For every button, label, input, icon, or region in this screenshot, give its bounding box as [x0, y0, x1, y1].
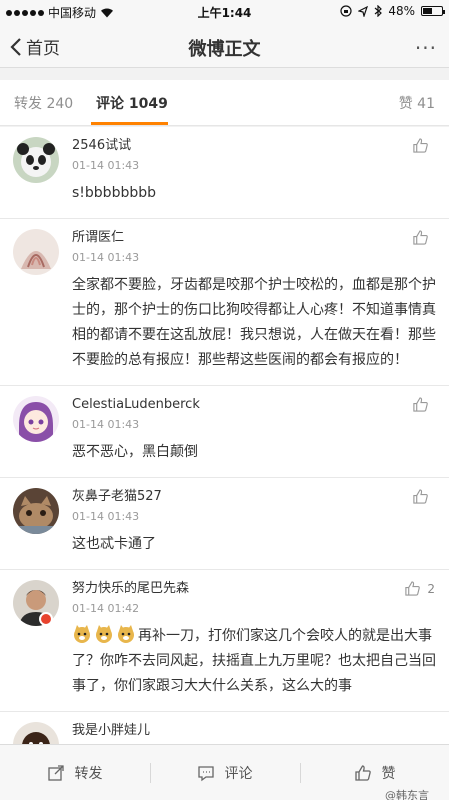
comment-time: 01-14 01:43 — [72, 418, 140, 431]
repost-label: 转发 — [74, 766, 103, 782]
comment-text: 全家都不要脸，牙齿都是咬那个护士咬松的，血都是那个护士的，那个护士的伤口比狗咬得… — [72, 277, 436, 368]
like-button[interactable] — [412, 229, 435, 246]
comment-item[interactable]: 所谓医仁 01-14 01:43 全家都不要脸，牙齿都是咬那个护士咬松的，血都是… — [0, 219, 449, 386]
doge-emoji-icon — [118, 625, 134, 643]
like-button[interactable] — [412, 396, 435, 413]
comment-list: 2546试试 01-14 01:43 s!bbbbbbbb 所谓医仁 01-14… — [0, 127, 449, 768]
battery-icon — [421, 6, 445, 16]
more-button[interactable]: ··· — [415, 36, 437, 60]
comment-author[interactable]: 所谓医仁 — [72, 229, 437, 247]
tab-like[interactable]: 赞 41 — [399, 93, 435, 113]
like-count: 2 — [427, 581, 435, 596]
comment-author[interactable]: 努力快乐的尾巴先森 — [72, 580, 437, 598]
lock-rotation-icon — [340, 5, 352, 17]
share-icon — [47, 765, 64, 781]
watermark: @韩东言 — [385, 789, 429, 800]
avatar[interactable] — [13, 488, 59, 534]
bluetooth-icon — [374, 5, 383, 17]
comment-text: 这也忒卡通了 — [72, 536, 156, 552]
comment-text: 恶不恶心，黑白颠倒 — [72, 444, 198, 460]
nav-bar: 首页 微博正文 ··· — [0, 22, 449, 68]
thumbs-up-icon — [405, 581, 421, 596]
repost-button[interactable]: 转发 — [0, 745, 149, 800]
comment-item[interactable]: CelestiaLudenberck 01-14 01:43 恶不恶心，黑白颠倒 — [0, 386, 449, 478]
page-title: 微博正文 — [188, 39, 261, 60]
comment-time: 01-14 01:43 — [72, 510, 140, 523]
like-button[interactable]: 2 — [404, 580, 435, 597]
active-tab-indicator — [91, 122, 168, 125]
comment-icon — [197, 766, 214, 782]
comment-item[interactable]: 灰鼻子老猫527 01-14 01:43 这也忒卡通了 — [0, 478, 449, 570]
avatar[interactable] — [13, 396, 59, 442]
thumbs-up-icon — [413, 138, 428, 153]
tab-repost[interactable]: 转发 240 — [14, 93, 73, 113]
comment-time: 01-14 01:42 — [72, 602, 140, 615]
verified-badge — [39, 612, 53, 626]
avatar[interactable] — [13, 229, 59, 275]
tab-bar: 转发 240 评论 1049 赞 41 — [0, 80, 449, 126]
like-button[interactable] — [412, 137, 435, 154]
comment-author[interactable]: 我是小胖娃儿 — [72, 722, 437, 740]
avatar[interactable] — [13, 137, 59, 183]
comment-text-wrap: 再补一刀，打你们家这几个会咬人的就是出大事了？你咋不去同风起，扶摇直上九万里呢？… — [72, 624, 437, 699]
thumbs-up-icon — [354, 765, 371, 781]
like-label: 赞 — [381, 766, 396, 782]
battery-percent: 48% — [388, 4, 415, 18]
bottom-action-bar: 转发 评论 赞 — [0, 744, 449, 800]
thumbs-up-icon — [413, 230, 428, 245]
comment-author[interactable]: CelestiaLudenberck — [72, 396, 437, 414]
location-icon — [358, 5, 369, 17]
thumbs-up-icon — [413, 397, 428, 412]
status-bar: 中国移动 上午1:44 48% — [0, 0, 449, 22]
comment-button[interactable]: 评论 — [150, 745, 299, 800]
comment-time: 01-14 01:43 — [72, 159, 140, 172]
status-right: 48% — [340, 4, 445, 18]
comment-item[interactable]: 努力快乐的尾巴先森 01-14 01:42 再补一刀，打你们家这几个会咬人的就是… — [0, 570, 449, 712]
comment-label: 评论 — [224, 766, 253, 782]
comment-author[interactable]: 2546试试 — [72, 137, 437, 155]
comment-text: s!bbbbbbbb — [72, 185, 156, 201]
thumbs-up-icon — [413, 489, 428, 504]
like-button[interactable] — [412, 488, 435, 505]
comment-item[interactable]: 2546试试 01-14 01:43 s!bbbbbbbb — [0, 127, 449, 219]
comment-author[interactable]: 灰鼻子老猫527 — [72, 488, 437, 506]
comment-time: 01-14 01:43 — [72, 251, 140, 264]
doge-emoji-icon — [96, 625, 112, 643]
tab-comment[interactable]: 评论 1049 — [96, 93, 168, 113]
doge-emoji-icon — [74, 625, 90, 643]
